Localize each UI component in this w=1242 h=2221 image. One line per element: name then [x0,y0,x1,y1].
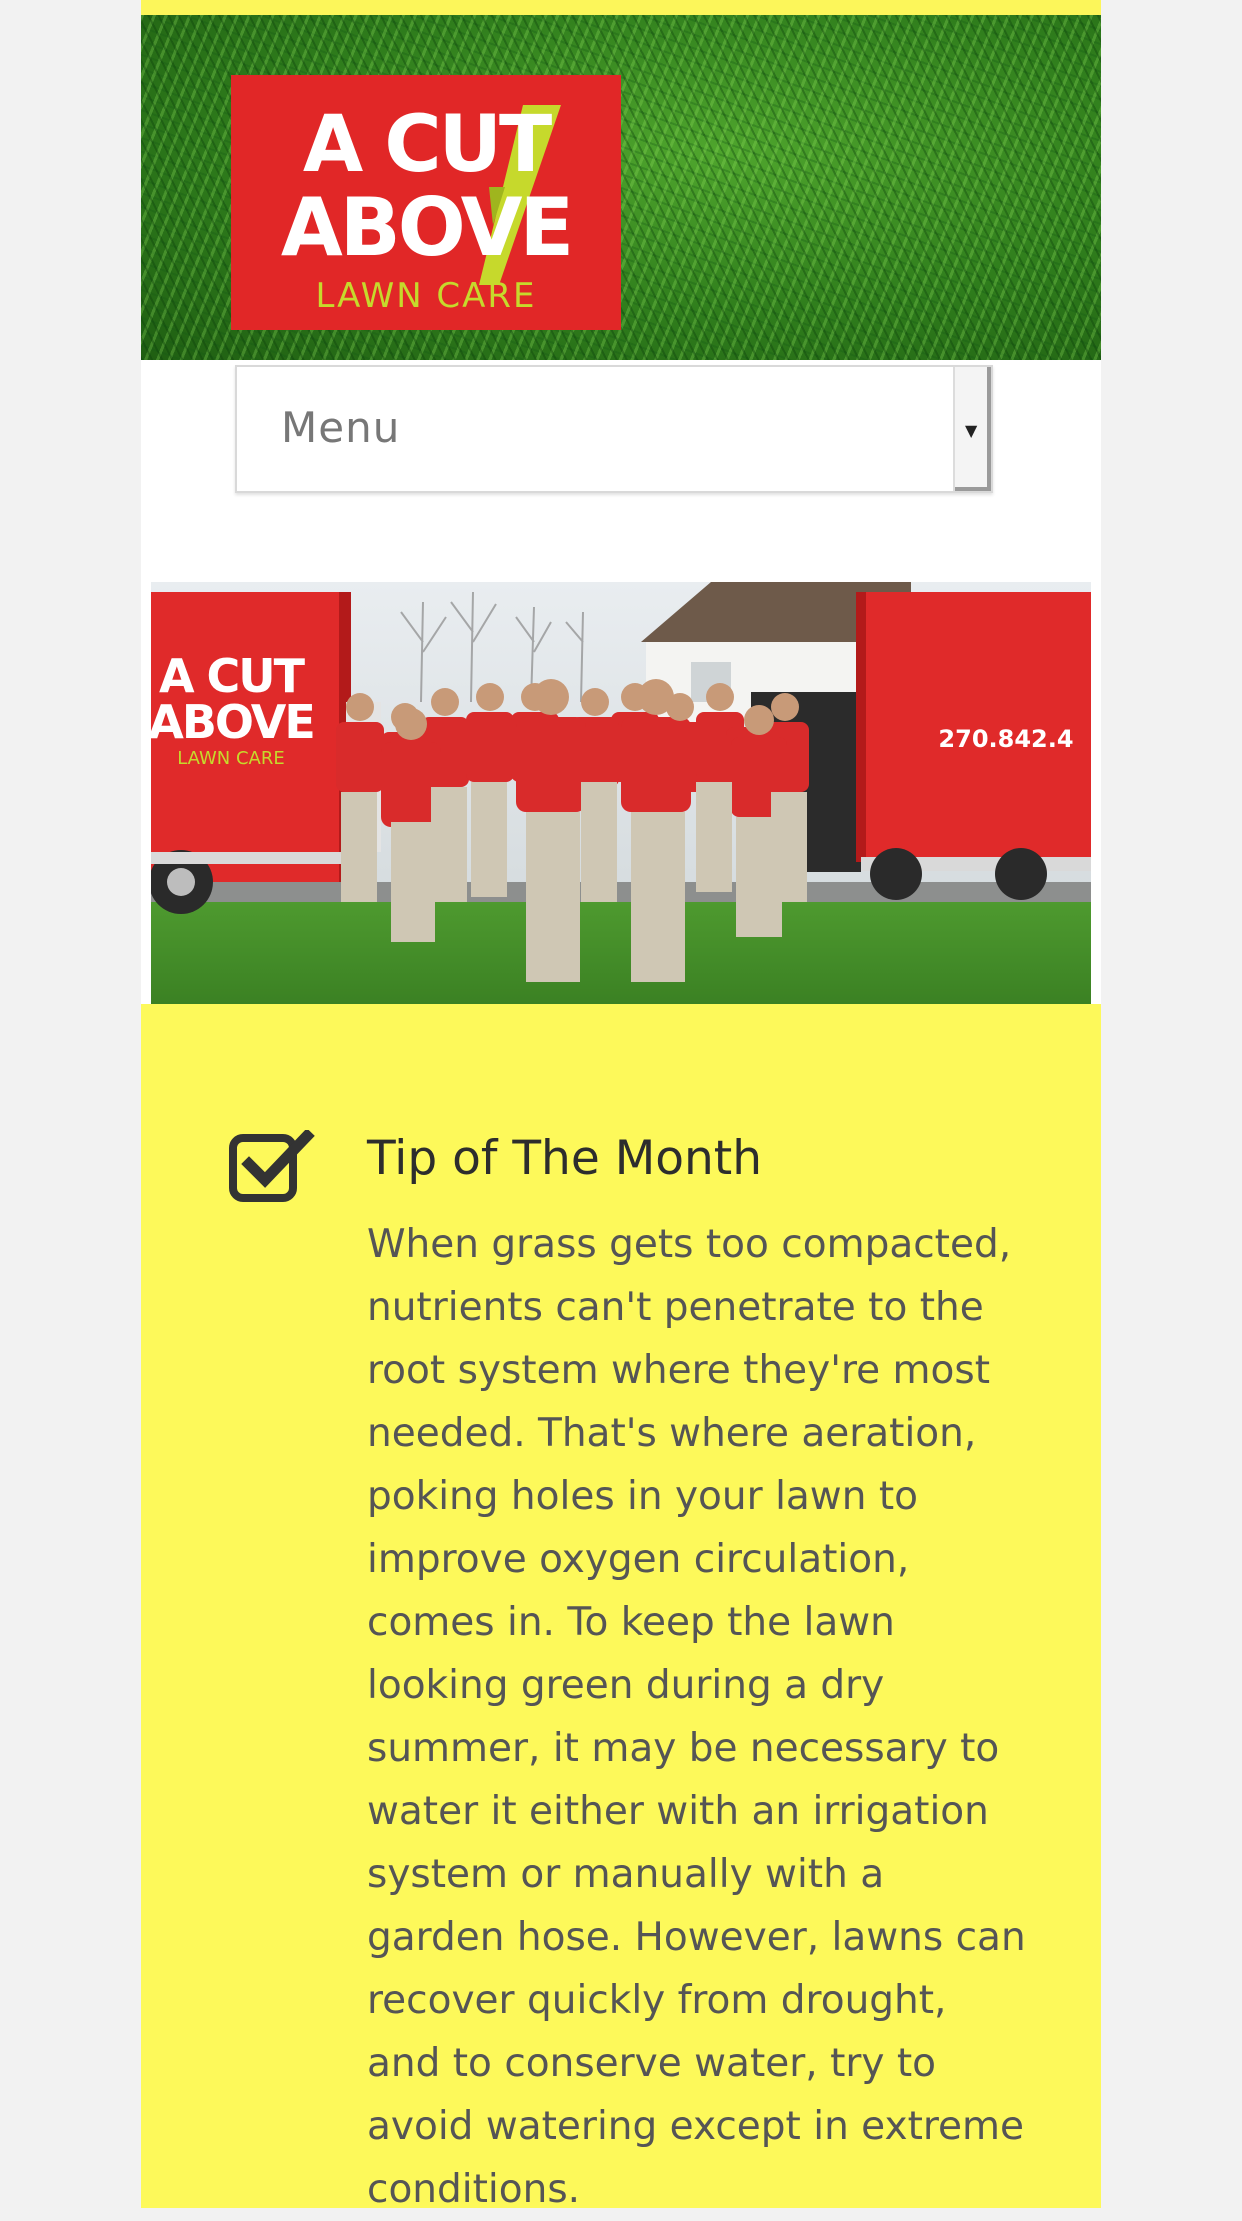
grass-header: A CUT ABOVE LAWN CARE [141,15,1101,360]
team-photo: A CUT ABOVE LAWN CARE 270.842.4 [151,582,1091,1004]
page-container: A CUT ABOVE LAWN CARE Menu ▼ A CUT ABOVE… [141,15,1101,2212]
checkbox-checked-icon [229,1130,315,1202]
tip-of-the-month-section: Tip of The Month When grass gets too com… [141,1004,1101,2212]
company-logo[interactable]: A CUT ABOVE LAWN CARE [231,75,621,330]
caret-down-icon: ▼ [965,421,978,440]
menu-dropdown-arrow[interactable]: ▼ [953,367,991,491]
team-group [336,679,809,982]
logo-line-1: A CUT [303,100,552,190]
truck-phone: 270.842.4 [938,725,1073,753]
logo-line-3: LAWN CARE [315,276,536,316]
truck-logo-line-3: LAWN CARE [177,748,285,769]
menu-select[interactable]: Menu ▼ [235,365,993,493]
top-strip [141,0,1101,15]
logo-line-2: ABOVE [281,181,571,274]
tip-title: Tip of The Month [367,1131,763,1186]
menu-label: Menu [281,403,401,452]
truck-logo-line-2: ABOVE [151,695,314,749]
tip-body: When grass gets too compacted, nutrients… [367,1222,1026,2212]
